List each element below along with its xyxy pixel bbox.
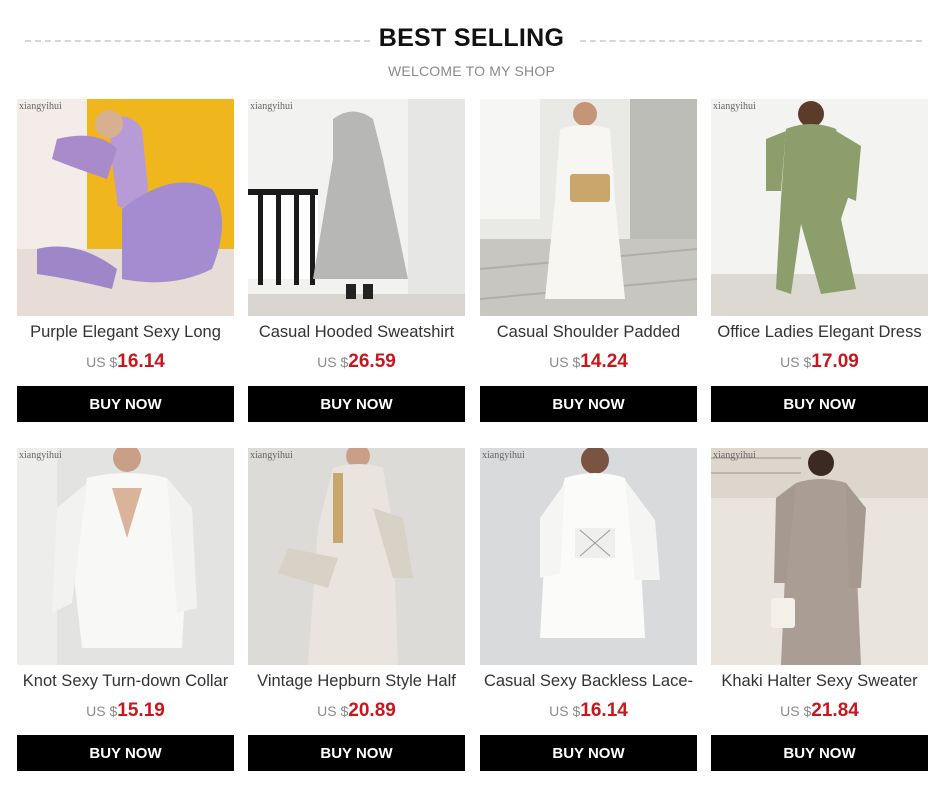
product-price: 16.14 <box>117 351 165 372</box>
price-row: US $16.14 <box>480 700 697 722</box>
product-card: xiangyihui Casual Sexy Backless Lace- US… <box>480 448 697 771</box>
image-watermark: xiangyihui <box>713 450 756 461</box>
product-name[interactable]: Vintage Hepburn Style Half <box>248 672 465 694</box>
product-price: 20.89 <box>348 700 396 721</box>
image-watermark: xiangyihui <box>250 101 293 112</box>
product-card: Casual Shoulder Padded US $14.24 BUY NOW <box>480 99 697 422</box>
section-title: BEST SELLING <box>378 24 565 52</box>
currency-label: US $ <box>780 703 812 719</box>
price-row: US $17.09 <box>711 351 928 373</box>
product-price: 16.14 <box>580 700 628 721</box>
currency-label: US $ <box>549 354 581 370</box>
product-price: 14.24 <box>580 351 628 372</box>
buy-now-button[interactable]: BUY NOW <box>480 386 697 422</box>
buy-now-button[interactable]: BUY NOW <box>480 735 697 771</box>
buy-now-button[interactable]: BUY NOW <box>248 735 465 771</box>
currency-label: US $ <box>549 703 581 719</box>
product-price: 21.84 <box>811 700 859 721</box>
product-card: xiangyihui Vintage Hepburn Style Half US… <box>248 448 465 771</box>
buy-now-button[interactable]: BUY NOW <box>711 386 928 422</box>
product-image[interactable]: xiangyihui <box>248 99 465 316</box>
product-name[interactable]: Casual Sexy Backless Lace- <box>480 672 697 694</box>
buy-now-button[interactable]: BUY NOW <box>248 386 465 422</box>
product-name[interactable]: Casual Hooded Sweatshirt <box>248 323 465 345</box>
currency-label: US $ <box>780 354 812 370</box>
image-watermark: xiangyihui <box>250 450 293 461</box>
product-image[interactable]: xiangyihui <box>480 448 697 665</box>
product-card: xiangyihui Purple Elegant Sexy Long US $… <box>17 99 234 422</box>
currency-label: US $ <box>317 354 349 370</box>
buy-now-button[interactable]: BUY NOW <box>17 386 234 422</box>
product-card: xiangyihui Casual Hooded Sweatshirt US $… <box>248 99 465 422</box>
product-name[interactable]: Khaki Halter Sexy Sweater <box>711 672 928 694</box>
currency-label: US $ <box>86 354 118 370</box>
product-image[interactable]: xiangyihui <box>711 448 928 665</box>
image-watermark: xiangyihui <box>19 101 62 112</box>
image-watermark: xiangyihui <box>19 450 62 461</box>
price-row: US $20.89 <box>248 700 465 722</box>
product-image[interactable]: xiangyihui <box>248 448 465 665</box>
buy-now-button[interactable]: BUY NOW <box>17 735 234 771</box>
price-row: US $16.14 <box>17 351 234 373</box>
price-row: US $15.19 <box>17 700 234 722</box>
product-name[interactable]: Office Ladies Elegant Dress <box>711 323 928 345</box>
product-card: xiangyihui Knot Sexy Turn-down Collar US… <box>17 448 234 771</box>
product-name[interactable]: Purple Elegant Sexy Long <box>17 323 234 345</box>
buy-now-button[interactable]: BUY NOW <box>711 735 928 771</box>
image-watermark: xiangyihui <box>482 450 525 461</box>
section-subtitle: WELCOME TO MY SHOP <box>388 63 555 79</box>
image-watermark: xiangyihui <box>713 101 756 112</box>
product-card: xiangyihui Khaki Halter Sexy Sweater US … <box>711 448 928 771</box>
currency-label: US $ <box>86 703 118 719</box>
product-name[interactable]: Casual Shoulder Padded <box>480 323 697 345</box>
product-card: xiangyihui Office Ladies Elegant Dress U… <box>711 99 928 422</box>
product-name[interactable]: Knot Sexy Turn-down Collar <box>17 672 234 694</box>
price-row: US $14.24 <box>480 351 697 373</box>
product-image[interactable] <box>480 99 697 316</box>
section-header: BEST SELLING WELCOME TO MY SHOP <box>0 0 943 95</box>
product-price: 15.19 <box>117 700 165 721</box>
product-image[interactable]: xiangyihui <box>17 99 234 316</box>
product-price: 26.59 <box>348 351 396 372</box>
product-image[interactable]: xiangyihui <box>711 99 928 316</box>
price-row: US $21.84 <box>711 700 928 722</box>
product-price: 17.09 <box>811 351 859 372</box>
product-image[interactable]: xiangyihui <box>17 448 234 665</box>
currency-label: US $ <box>317 703 349 719</box>
price-row: US $26.59 <box>248 351 465 373</box>
